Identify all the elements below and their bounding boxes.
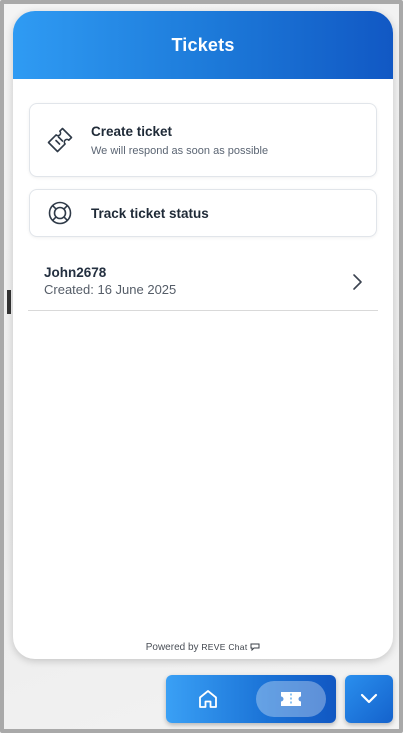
ticket-created-date: Created: 16 June 2025 — [44, 282, 177, 297]
create-ticket-text: Create ticket We will respond as soon as… — [91, 124, 268, 157]
track-ticket-status-button[interactable]: Track ticket status — [29, 189, 377, 237]
edge-marker — [7, 290, 11, 314]
chat-widget-panel: Tickets Create ticket We will respond as… — [13, 11, 393, 659]
track-ticket-title: Track ticket status — [91, 205, 209, 221]
create-ticket-subtitle: We will respond as soon as possible — [91, 144, 269, 157]
screen-frame: Tickets Create ticket We will respond as… — [0, 0, 403, 733]
lifebuoy-icon — [48, 201, 72, 225]
ticket-name: John2678 — [44, 265, 107, 280]
create-ticket-button[interactable]: Create ticket We will respond as soon as… — [29, 103, 377, 177]
powered-by-footer: Powered by REVE Chat — [13, 642, 393, 653]
chevron-right-icon — [353, 274, 362, 290]
minimize-button[interactable] — [345, 675, 393, 723]
ticket-list-item[interactable]: John2678 Created: 16 June 2025 — [28, 253, 378, 311]
chat-bubble-icon — [250, 643, 260, 652]
widget-header: Tickets — [13, 11, 393, 79]
chevron-down-icon — [360, 693, 378, 704]
brand-name: REVE Chat — [201, 642, 248, 652]
home-icon[interactable] — [196, 687, 220, 711]
ticket-icon — [281, 692, 301, 706]
ticket-icon — [47, 127, 73, 153]
create-ticket-title: Create ticket — [91, 123, 173, 139]
tickets-nav-button[interactable] — [256, 681, 326, 717]
powered-by-label: Powered by — [145, 642, 199, 653]
bottom-navigation — [166, 675, 336, 723]
page-title: Tickets — [171, 34, 235, 55]
